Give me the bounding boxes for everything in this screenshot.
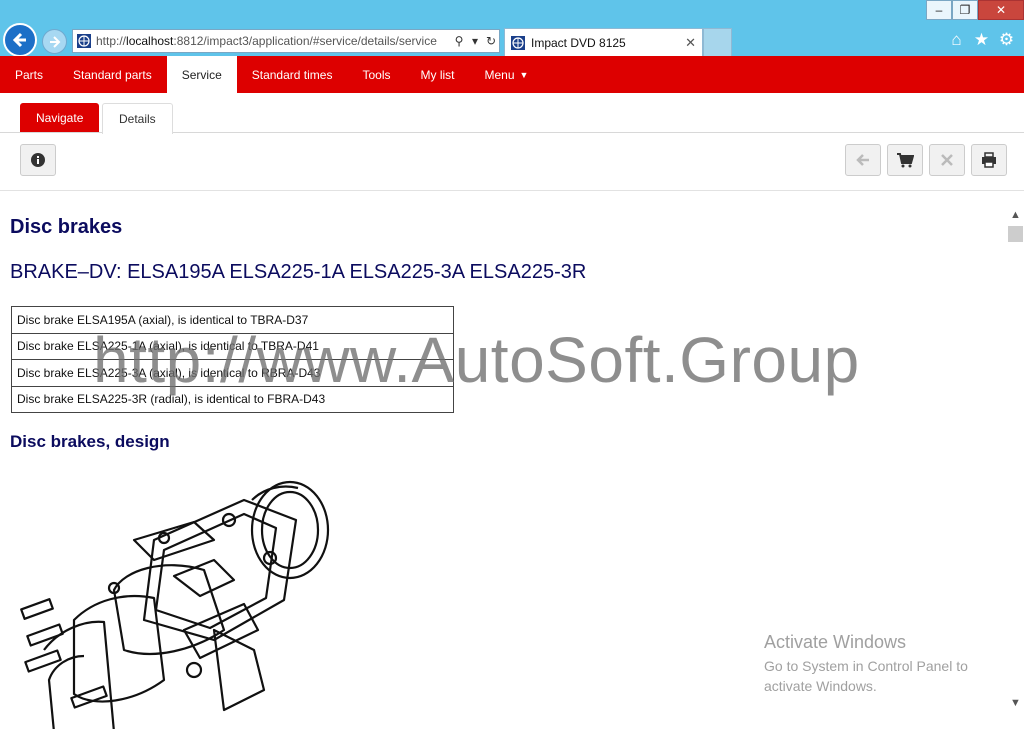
settings-gear-icon[interactable]: ⚙ <box>997 30 1016 49</box>
menu-dropdown-label: Menu <box>484 67 515 82</box>
activate-title: Activate Windows <box>764 632 907 652</box>
close-icon[interactable]: ✕ <box>978 0 1024 20</box>
arrow-right-icon <box>49 35 60 48</box>
disc-brake-illustration <box>20 480 330 729</box>
scroll-thumb[interactable] <box>1008 226 1023 242</box>
toolbar <box>0 133 1024 191</box>
activate-line-2: activate Windows. <box>764 678 877 694</box>
info-icon <box>31 153 45 167</box>
vertical-scrollbar[interactable]: ▲ ▼ <box>1007 192 1024 729</box>
forward-button[interactable] <box>42 29 67 54</box>
menu-standard-parts[interactable]: Standard parts <box>58 56 167 93</box>
main-menu: Parts Standard parts Service Standard ti… <box>0 56 1024 93</box>
cart-icon <box>897 153 914 168</box>
browser-titlebar: – ❐ ✕ http://localhost:8812/impact3/appl… <box>0 0 1024 57</box>
tab-details[interactable]: Details <box>102 103 173 134</box>
scroll-up-icon[interactable]: ▲ <box>1007 206 1024 223</box>
activate-windows-notice: Activate Windows Go to System in Control… <box>764 632 968 696</box>
watermark-text: http://www.AutoSoft.Group <box>93 324 860 396</box>
cart-button[interactable] <box>887 144 923 176</box>
tab-navigate[interactable]: Navigate <box>20 103 100 132</box>
caret-down-icon: ▼ <box>519 69 529 80</box>
back-button[interactable] <box>3 23 37 57</box>
browser-tab[interactable]: Impact DVD 8125 ✕ <box>504 28 703 56</box>
section-heading: Disc brakes, design <box>10 432 170 451</box>
close-icon <box>941 154 953 166</box>
info-button[interactable] <box>20 144 56 176</box>
menu-tools[interactable]: Tools <box>347 56 405 93</box>
address-bar[interactable]: http://localhost:8812/impact3/applicatio… <box>72 29 500 53</box>
document-content: Disc brakes BRAKE–DV: ELSA195A ELSA225-1… <box>0 192 1007 729</box>
back-arrow-button[interactable] <box>845 144 881 176</box>
dropdown-icon[interactable]: ▾ <box>467 34 483 48</box>
print-button[interactable] <box>971 144 1007 176</box>
sub-tabs: Navigate Details <box>0 93 1024 134</box>
browser-icons: ⌂ ★ ⚙ <box>947 30 1016 49</box>
window-controls: – ❐ ✕ <box>926 0 1024 20</box>
refresh-icon[interactable]: ↻ <box>483 34 499 48</box>
address-url[interactable]: http://localhost:8812/impact3/applicatio… <box>96 34 451 48</box>
menu-my-list[interactable]: My list <box>405 56 469 93</box>
printer-icon <box>982 152 996 168</box>
globe-icon <box>511 35 525 50</box>
home-icon[interactable]: ⌂ <box>947 30 966 49</box>
restore-icon[interactable]: ❐ <box>952 0 978 20</box>
tab-title: Impact DVD 8125 <box>531 35 626 50</box>
new-tab-button[interactable] <box>703 28 732 56</box>
favorites-star-icon[interactable]: ★ <box>972 30 991 49</box>
menu-parts[interactable]: Parts <box>0 56 58 93</box>
globe-icon <box>77 34 91 48</box>
scroll-down-icon[interactable]: ▼ <box>1007 694 1024 711</box>
page-title: Disc brakes <box>10 216 123 238</box>
page-subtitle: BRAKE–DV: ELSA195A ELSA225-1A ELSA225-3A… <box>10 261 587 283</box>
search-icon[interactable]: ⚲ <box>451 34 467 48</box>
tab-close-icon[interactable]: ✕ <box>685 35 696 51</box>
close-button[interactable] <box>929 144 965 176</box>
arrow-left-icon <box>12 32 26 48</box>
menu-service[interactable]: Service <box>166 56 237 93</box>
menu-standard-times[interactable]: Standard times <box>237 56 348 93</box>
minimize-icon[interactable]: – <box>926 0 952 20</box>
menu-dropdown[interactable]: Menu ▼ <box>469 56 543 93</box>
arrow-left-icon <box>856 154 869 166</box>
activate-line-1: Go to System in Control Panel to <box>764 658 968 674</box>
